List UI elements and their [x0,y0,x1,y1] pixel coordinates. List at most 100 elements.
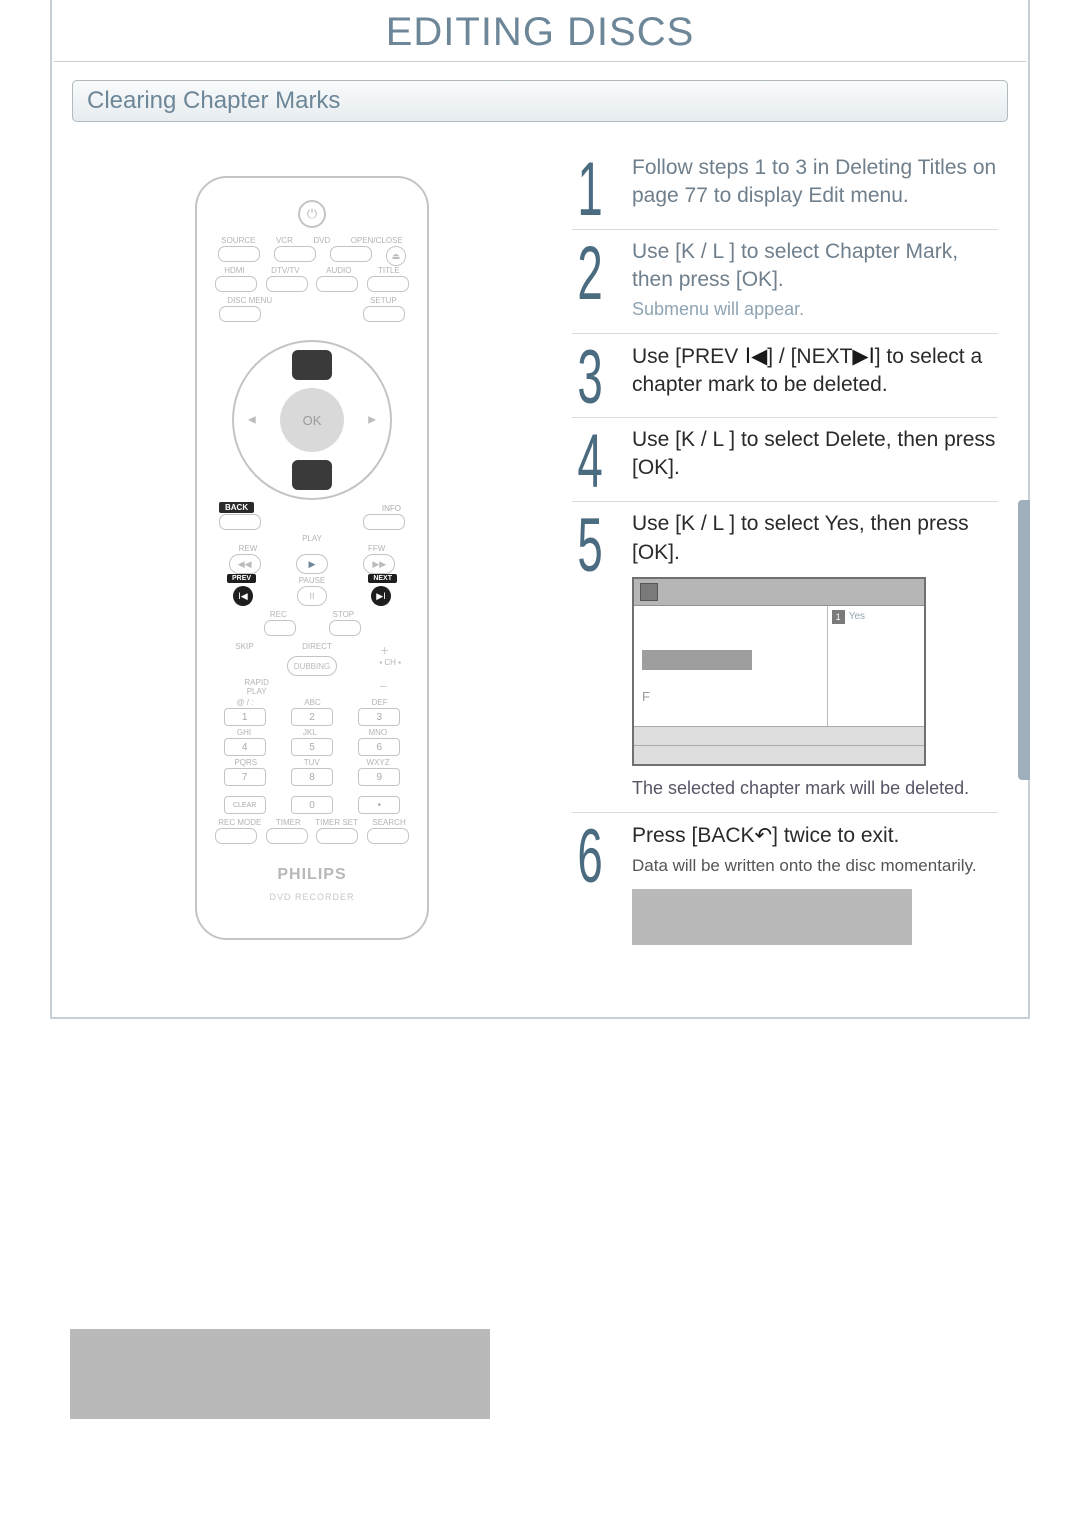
keypad-key: CLEAR [224,796,266,814]
remote-button [266,828,308,844]
keypad-key: 8 [291,768,333,786]
remote-button [330,246,372,262]
brand-label: PHILIPS [197,866,427,884]
section-title-bar: Clearing Chapter Marks [72,80,1008,122]
eject-icon: ⏏ [386,246,406,266]
remote-label: REW [239,544,258,553]
keypad-label: WXYZ [367,758,390,767]
keypad-label: TUV [304,758,320,767]
keypad-label: DEF [372,698,388,707]
remote-label: PAUSE [299,576,326,585]
section-title: Clearing Chapter Marks [87,87,340,114]
step-3: 3 Use [PREV I◀] / [NEXT▶I] to select a c… [572,334,998,418]
dpad-right-icon: ▶ [368,415,376,426]
back-label: BACK [219,502,254,513]
osd-yes-option: 1 Yes [832,610,865,624]
step-5: 5 Use [K / L ] to select Yes, then press… [572,502,998,813]
remote-label: REC MODE [218,818,261,827]
keypad-key: 6 [358,738,400,756]
remote-button [219,306,261,322]
keypad-label: @ / : [236,698,253,707]
next-track-icon: ▶I [852,344,874,368]
dpad-up-icon [292,350,332,380]
placeholder-block [632,889,912,945]
remote-label: SEARCH [372,818,405,827]
ffw-icon: ▶▶ [363,554,395,574]
next-icon: ▶I [371,586,391,606]
remote-label: SOURCE [221,236,255,245]
keypad-label: PQRS [234,758,257,767]
step-subtext: Submenu will appear. [632,297,998,321]
remote-label: TIMER [276,818,301,827]
step-text: Use [PREV I◀] / [NEXT▶I] to select a cha… [632,345,982,396]
keypad-label: GHI [237,728,251,737]
pause-icon: II [297,586,327,606]
step-1: 1 Follow steps 1 to 3 in Deleting Titles… [572,146,998,230]
step-text: Use [K / L ] to select Yes, then press [… [632,512,969,563]
step-number: 5 [572,514,608,577]
back-arrow-icon: ↶ [755,823,773,847]
remote-button [218,246,260,262]
remote-label: TITLE [378,266,400,275]
keypad-key: 7 [224,768,266,786]
remote-button [363,306,405,322]
keypad-key: 0 [291,796,333,814]
keypad-key: 4 [224,738,266,756]
step-caption: The selected chapter mark will be delete… [632,776,998,800]
side-tab [1018,500,1030,780]
remote-label: ▪ CH ▪ [379,658,401,667]
page-heading: EDITING DISCS [54,0,1026,62]
remote-label: DISC MENU [227,296,272,305]
remote-button [274,246,316,262]
step-2: 2 Use [K / L ] to select Chapter Mark, t… [572,230,998,334]
remote-button [215,828,257,844]
keypad-key: 2 [291,708,333,726]
dpad-down-icon [292,460,332,490]
prev-track-icon: I◀ [738,344,767,368]
remote-button [329,620,361,636]
remote-button [363,514,405,530]
osd-bar [642,650,752,670]
keypad-key: 3 [358,708,400,726]
remote-button [264,620,296,636]
remote-button [316,276,358,292]
keypad-label: ABC [304,698,320,707]
remote-button [367,828,409,844]
step-text: Follow steps 1 to 3 in Deleting Titles o… [632,156,996,207]
remote-illustration: ⏻ SOURCE VCR DVD OPEN/CLOSE ⏏ HD [195,176,429,940]
step-text: Use [K / L ] to select Delete, then pres… [632,428,995,479]
info-label: INFO [382,504,401,513]
sub-brand-label: DVD RECORDER [197,892,427,902]
keypad-label: JKL [303,728,317,737]
prev-icon: I◀ [233,586,253,606]
remote-button [215,276,257,292]
step-6: 6 Press [BACK↶] twice to exit. Data will… [572,813,998,957]
step-text: Use [K / L ] to select Chapter Mark, the… [632,240,958,291]
keypad-label: MNO [368,728,387,737]
step-text: Press [BACK↶] twice to exit. [632,824,899,847]
remote-label: STOP [332,610,354,619]
remote-label: HDMI [224,266,244,275]
remote-button [219,514,261,530]
remote-label: AUDIO [326,266,351,275]
rew-icon: ◀◀ [229,554,261,574]
remote-label: PLAY [302,534,322,543]
remote-button [367,276,409,292]
keypad-key: 1 [224,708,266,726]
remote-label: OPEN/CLOSE [351,236,403,245]
step-number: 4 [572,430,608,493]
remote-label: RAPID PLAY [237,678,277,696]
keypad-key: 9 [358,768,400,786]
remote-label: DTV/TV [271,266,299,275]
remote-button [266,276,308,292]
osd-square-icon [640,583,658,601]
dpad: ◀ ▶ OK [232,340,392,500]
ok-button: OK [280,388,344,452]
step-4: 4 Use [K / L ] to select Delete, then pr… [572,418,998,502]
remote-label: SETUP [370,296,397,305]
osd-f-label: F [642,688,819,706]
remote-label: REC [270,610,287,619]
power-icon: ⏻ [298,200,326,228]
dpad-left-icon: ◀ [248,415,256,426]
footer-placeholder [70,1329,490,1419]
